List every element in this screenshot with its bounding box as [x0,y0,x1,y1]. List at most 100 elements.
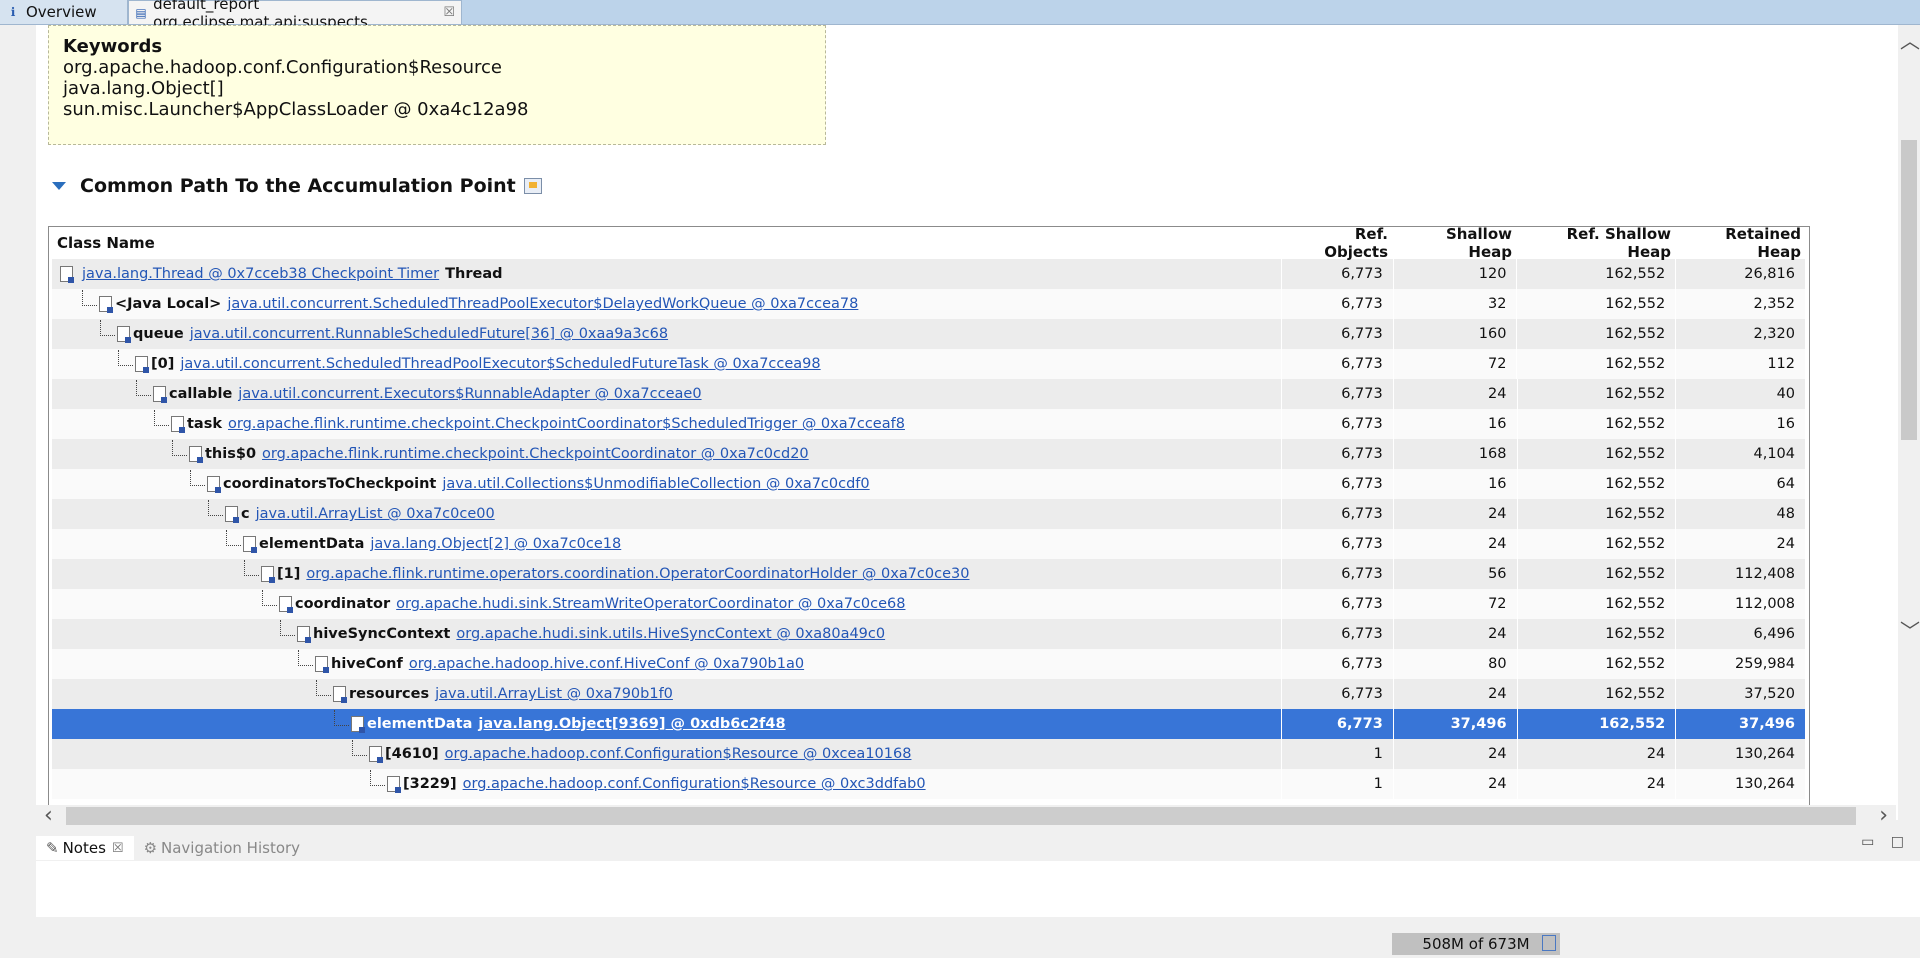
object-link[interactable]: java.util.ArrayList @ 0xa790b1f0 [435,686,673,702]
ref-shallow-heap-cell: 162,552 [1517,319,1677,349]
object-link[interactable]: org.apache.hadoop.conf.Configuration$Res… [463,776,926,792]
object-icon [279,596,293,613]
scroll-right-icon[interactable]: › [1879,803,1888,828]
retained-heap-cell: 112 [1676,349,1806,379]
table-row[interactable]: coordinator org.apache.hudi.sink.StreamWr… [52,589,1806,619]
tab-notes[interactable]: ✎ Notes ☒ [36,836,134,860]
retained-heap-cell: 37,496 [1676,709,1806,739]
class-name-cell: <Java Local> java.util.concurrent.Schedul… [52,289,1282,319]
object-link[interactable]: org.apache.flink.runtime.operators.coord… [306,566,969,582]
table-row[interactable]: <Java Local> java.util.concurrent.Schedul… [52,289,1806,319]
scroll-left-icon[interactable]: ‹ [44,803,53,828]
tab-default-report[interactable]: ▤ default_report org.eclipse.mat.api:sus… [128,0,462,31]
class-name-cell: elementData java.lang.Object[9369] @ 0xdb… [52,709,1283,739]
retained-heap-cell: 4,104 [1676,439,1806,469]
ref-objects-cell: 6,773 [1282,439,1394,469]
object-link[interactable]: java.util.concurrent.ScheduledThreadPool… [180,356,820,372]
object-link[interactable]: org.apache.hadoop.hive.conf.HiveConf @ 0… [409,656,804,672]
object-icon [60,266,74,283]
object-link[interactable]: java.util.Collections$UnmodifiableCollec… [442,476,869,492]
column-header-shallow-heap[interactable]: Shallow Heap [1396,227,1520,261]
object-link[interactable]: org.apache.hudi.sink.utils.HiveSyncConte… [456,626,885,642]
table-row[interactable]: c java.util.ArrayList @ 0xa7c0ce00 6,773 24… [52,499,1806,529]
maximize-icon[interactable]: □ [1891,834,1904,850]
object-link[interactable]: java.lang.Object[9369] @ 0xdb6c2f48 [478,716,785,732]
field-name: this$0 [205,446,257,462]
ref-shallow-heap-cell: 162,552 [1518,559,1677,589]
class-name-cell: [1] org.apache.flink.runtime.operators.co… [52,559,1282,589]
column-header-class-name[interactable]: Class Name [49,234,1284,252]
shallow-heap-cell: 37,496 [1394,709,1518,739]
table-row[interactable]: hiveSyncContext org.apache.hudi.sink.util… [52,619,1806,649]
field-name: [3229] [403,776,457,792]
object-link[interactable]: java.util.ArrayList @ 0xa7c0ce00 [256,506,495,522]
retained-heap-cell: 40 [1676,379,1807,409]
tree-connector [226,530,241,546]
vertical-scrollbar[interactable]: ︿ ﹀ [1898,25,1920,820]
table-row[interactable]: hiveConf org.apache.hadoop.hive.conf.Hive… [52,649,1806,679]
shallow-heap-cell: 16 [1394,469,1518,499]
column-header-ref-objects[interactable]: Ref. Objects [1284,227,1396,261]
horizontal-scrollbar[interactable]: ‹ › [36,803,1896,828]
table-row[interactable]: [0] java.util.concurrent.ScheduledThreadP… [52,349,1806,379]
tab-navigation-history[interactable]: ⚙ Navigation History [134,839,311,857]
minimize-icon[interactable]: ▭ [1861,834,1874,850]
object-link[interactable]: org.apache.flink.runtime.checkpoint.Chec… [262,446,809,462]
object-suffix: Thread [445,266,503,282]
keyword-line: sun.misc.Launcher$AppClassLoader @ 0xa4c… [63,99,529,120]
column-header-retained-heap[interactable]: Retained Heap [1679,227,1809,261]
object-link[interactable]: java.util.concurrent.ScheduledThreadPool… [227,296,858,312]
retained-heap-cell: 6,496 [1676,619,1806,649]
retained-heap-cell: 259,984 [1676,649,1806,679]
open-in-view-icon[interactable] [523,178,542,194]
table-row[interactable]: resources java.util.ArrayList @ 0xa790b1f… [52,679,1806,709]
table-row[interactable]: java.lang.Thread @ 0x7cceb38 Checkpoint … [52,259,1806,289]
column-header-ref-shallow-heap[interactable]: Ref. Shallow Heap [1520,227,1679,261]
object-link[interactable]: org.apache.hudi.sink.StreamWriteOperator… [396,596,905,612]
table-row[interactable]: [3229] org.apache.hadoop.conf.Configurati… [52,769,1806,799]
table-row[interactable]: [1] org.apache.flink.runtime.operators.co… [52,559,1806,589]
table-row[interactable]: elementData java.lang.Object[9369] @ 0xdb… [52,709,1806,739]
tree-connector [298,650,313,666]
object-link[interactable]: org.apache.flink.runtime.checkpoint.Chec… [228,416,905,432]
class-name-cell: hiveSyncContext org.apache.hudi.sink.util… [52,619,1282,649]
table-row[interactable]: queue java.util.concurrent.RunnableSchedu… [52,319,1806,349]
scrollbar-thumb[interactable] [66,807,1856,825]
collapse-triangle-icon[interactable] [52,182,66,190]
gc-trash-icon[interactable] [1542,935,1556,951]
scroll-down-icon[interactable]: ﹀ [1900,615,1920,644]
tree-connector [100,320,115,336]
shallow-heap-cell: 24 [1394,739,1518,769]
class-name-cell: [0] java.util.concurrent.ScheduledThreadP… [52,349,1282,379]
table-row[interactable]: [4610] org.apache.hadoop.conf.Configurati… [52,739,1806,769]
table-row[interactable]: coordinatorsToCheckpoint java.util.Collec… [52,469,1806,499]
scrollbar-thumb[interactable] [1901,140,1917,440]
heap-status[interactable]: 508M of 673M [1392,933,1560,955]
scroll-up-icon[interactable]: ︿ [1900,25,1920,54]
table-row[interactable]: elementData java.lang.Object[2] @ 0xa7c0c… [52,529,1806,559]
shallow-heap-cell: 72 [1394,589,1518,619]
section-header[interactable]: Common Path To the Accumulation Point [52,175,542,197]
ref-objects-cell: 6,773 [1282,409,1394,439]
object-link[interactable]: java.util.concurrent.Executors$RunnableA… [238,386,701,402]
retained-heap-cell: 64 [1676,469,1806,499]
section-title: Common Path To the Accumulation Point [80,175,516,197]
shallow-heap-cell: 72 [1394,349,1518,379]
notes-text-area[interactable] [36,861,1920,917]
keywords-box: Keywords org.apache.hadoop.conf.Configur… [48,25,826,145]
tab-overview[interactable]: ℹ Overview [0,0,128,24]
close-icon[interactable]: ☒ [112,841,124,856]
object-link[interactable]: java.lang.Thread @ 0x7cceb38 Checkpoint … [82,266,439,282]
retained-heap-cell: 112,008 [1676,589,1806,619]
object-link[interactable]: java.util.concurrent.RunnableScheduledFu… [190,326,668,342]
object-link[interactable]: java.lang.Object[2] @ 0xa7c0ce18 [370,536,621,552]
notes-icon: ✎ [46,839,59,857]
close-icon[interactable]: ☒ [443,5,455,20]
table-row[interactable]: this$0 org.apache.flink.runtime.checkpoin… [52,439,1806,469]
table-row[interactable]: task org.apache.flink.runtime.checkpoint.… [52,409,1806,439]
tree-connector [244,560,259,576]
table-row[interactable]: callable java.util.concurrent.Executors$R… [52,379,1807,409]
tree-connector [352,740,367,756]
object-icon [189,446,203,463]
object-link[interactable]: org.apache.hadoop.conf.Configuration$Res… [445,746,912,762]
